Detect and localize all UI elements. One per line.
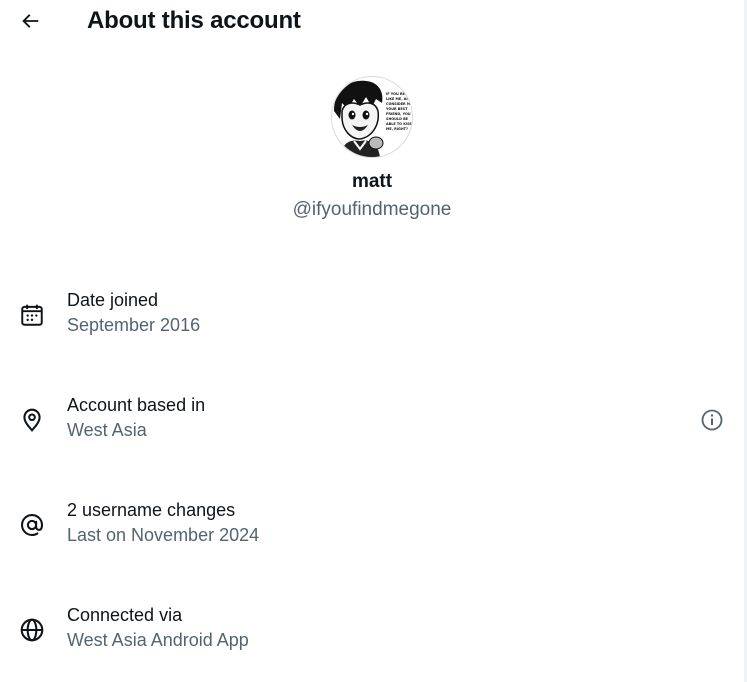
svg-text:YOUR BEST: YOUR BEST <box>385 107 408 111</box>
avatar-image: IF YOU REALLY LIKE ME, AND CONSIDER ME Y… <box>332 77 412 157</box>
page-title: About this account <box>87 7 301 34</box>
profile-summary: IF YOU REALLY LIKE ME, AND CONSIDER ME Y… <box>0 76 744 221</box>
about-account-page: About this account IF YOU REALLY LIKE ME… <box>0 0 747 682</box>
info-row-date-joined: Date joined September 2016 <box>0 289 744 349</box>
back-button[interactable] <box>13 4 47 38</box>
row-value: West Asia <box>67 420 147 440</box>
svg-text:CONSIDER ME: CONSIDER ME <box>386 102 412 106</box>
row-title: Account based in <box>67 395 206 415</box>
row-value: West Asia Android App <box>67 630 249 650</box>
info-row-connected-via: Connected via West Asia Android App <box>0 604 744 664</box>
arrow-left-icon <box>22 14 39 28</box>
svg-text:ME, RIGHT?: ME, RIGHT? <box>386 127 408 131</box>
svg-text:IF YOU REALLY: IF YOU REALLY <box>386 92 412 96</box>
header: About this account <box>0 0 744 44</box>
avatar[interactable]: IF YOU REALLY LIKE ME, AND CONSIDER ME Y… <box>331 76 413 158</box>
globe-icon <box>18 616 46 644</box>
row-value: September 2016 <box>67 315 201 335</box>
row-title: 2 username changes <box>67 500 236 520</box>
calendar-icon <box>18 301 46 329</box>
row-title: Connected via <box>67 605 183 625</box>
info-row-account-based-in: Account based in West Asia <box>0 394 744 454</box>
display-name: matt <box>351 171 393 192</box>
row-title: Date joined <box>67 290 159 310</box>
account-location-info-button[interactable] <box>698 406 726 434</box>
svg-text:FRIEND, YOU: FRIEND, YOU <box>386 112 411 116</box>
location-pin-icon <box>18 406 46 434</box>
svg-text:LIKE ME, AND: LIKE ME, AND <box>386 97 412 101</box>
svg-text:SHOULD BE: SHOULD BE <box>386 117 409 121</box>
username-handle: @ifyoufindmegone <box>292 199 452 220</box>
info-row-username-changes: 2 username changes Last on November 2024 <box>0 499 744 559</box>
row-value: Last on November 2024 <box>67 525 260 545</box>
info-circle-icon <box>701 409 723 431</box>
at-sign-icon <box>18 511 46 539</box>
svg-text:ABLE TO KISS: ABLE TO KISS <box>386 122 412 126</box>
